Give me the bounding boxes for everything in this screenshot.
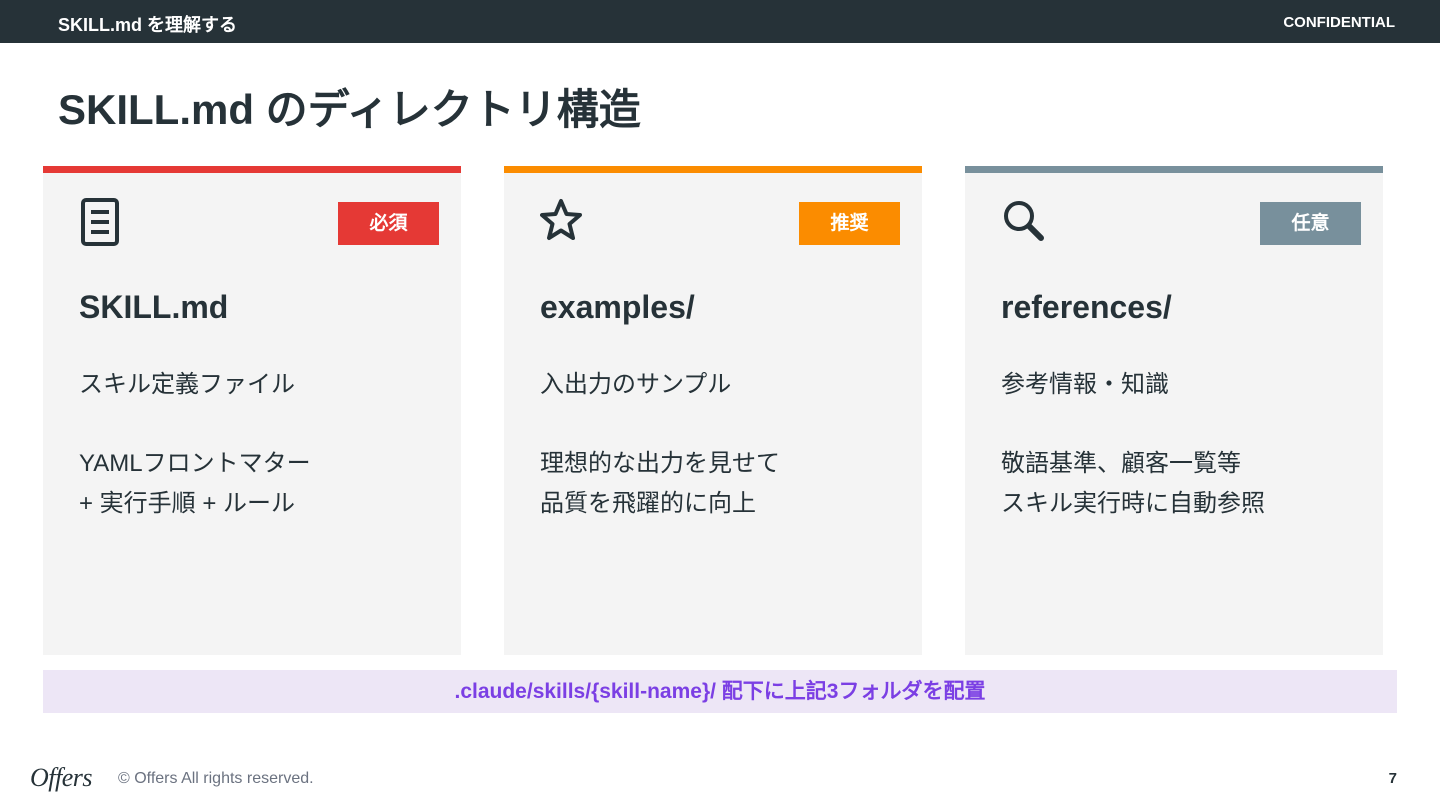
card-detail-line: 理想的な出力を見せて [540,450,780,477]
path-note: .claude/skills/{skill-name}/ 配下に上記3フォルダを… [43,670,1397,713]
document-icon [79,198,129,248]
card-detail: 敬語基準、顧客一覧等 スキル実行時に自動参照 [1001,444,1265,524]
card-name: SKILL.md [79,289,229,325]
card-detail: YAMLフロントマター + 実行手順 + ルール [79,444,311,524]
card-accent-bar [965,166,1383,173]
card-detail-line: スキル実行時に自動参照 [1001,490,1265,517]
search-icon [1001,198,1051,248]
star-icon [540,198,590,248]
card-references: 任意 references/ 参考情報・知識 敬語基準、顧客一覧等 スキル実行時… [965,166,1383,655]
card-detail: 理想的な出力を見せて 品質を飛躍的に向上 [540,444,780,524]
card-description: スキル定義ファイル [79,371,295,398]
recommended-badge: 推奨 [799,202,900,245]
card-accent-bar [504,166,922,173]
optional-badge: 任意 [1260,202,1361,245]
copyright-text: © Offers All rights reserved. [118,770,314,787]
card-skill-md: 必須 SKILL.md スキル定義ファイル YAMLフロントマター + 実行手順… [43,166,461,655]
confidential-label: CONFIDENTIAL [1283,14,1395,31]
page-number: 7 [1388,770,1397,787]
card-detail-line: + 実行手順 + ルール [79,490,296,517]
section-label: SKILL.md を理解する [58,15,237,35]
top-bar: SKILL.md を理解する CONFIDENTIAL [0,0,1440,43]
card-detail-line: 品質を飛躍的に向上 [540,490,756,517]
card-name: examples/ [540,289,695,325]
card-name: references/ [1001,289,1172,325]
card-description: 入出力のサンプル [540,371,732,398]
card-description: 参考情報・知識 [1001,371,1169,398]
page-title: SKILL.md のディレクトリ構造 [58,86,641,133]
card-detail-line: YAMLフロントマター [79,450,311,477]
card-examples: 推奨 examples/ 入出力のサンプル 理想的な出力を見せて 品質を飛躍的に… [504,166,922,655]
company-logo: Offers [30,763,93,792]
card-detail-line: 敬語基準、顧客一覧等 [1001,450,1241,477]
required-badge: 必須 [338,202,439,245]
card-accent-bar [43,166,461,173]
